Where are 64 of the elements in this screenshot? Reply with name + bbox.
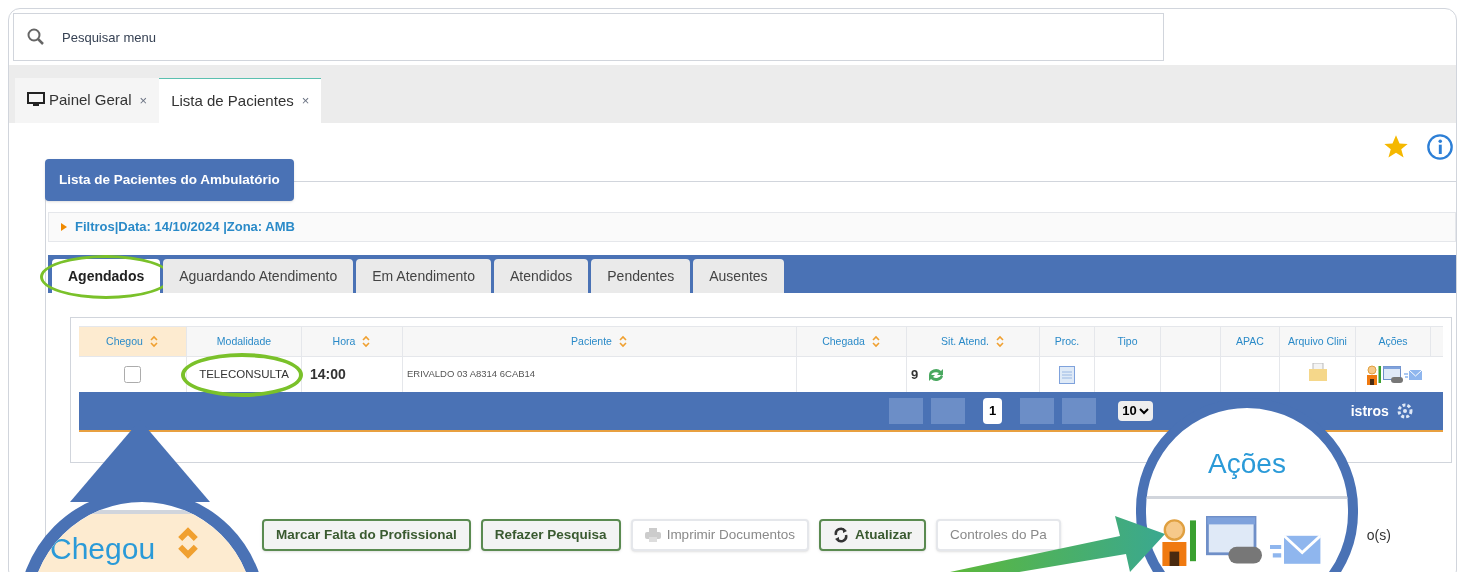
tab[interactable]: Painel Geral × — [15, 77, 160, 123]
arrival-checkbox[interactable] — [124, 366, 141, 383]
close-icon[interactable]: × — [301, 91, 310, 111]
panel-title: Lista de Pacientes do Ambulatório — [45, 158, 294, 201]
action-button[interactable]: Atualizar — [818, 519, 926, 551]
column-label: Proc. — [1054, 333, 1080, 349]
table-cell: ERIVALDO 03 A8314 6CAB14 — [407, 367, 536, 382]
column-label: Paciente — [571, 333, 612, 349]
action-button[interactable]: Refazer Pesquisa — [480, 519, 621, 551]
window-link-icon[interactable] — [1382, 365, 1403, 384]
person-pencil-icon[interactable] — [1160, 518, 1199, 567]
list-tab[interactable]: Ausentes — [693, 259, 784, 293]
list-tab[interactable]: Atendidos — [494, 259, 589, 293]
list-tab[interactable]: Aguardando Atendimento — [163, 259, 354, 293]
next-page-button[interactable] — [1020, 398, 1055, 424]
records-text: istros — [1350, 401, 1389, 421]
sort-icon — [361, 335, 372, 348]
column-label: Modalidade — [216, 333, 272, 349]
table-cell-text: 14:00 — [310, 365, 346, 384]
refresh-icon — [832, 527, 849, 543]
last-page-button[interactable] — [1062, 398, 1097, 424]
column-label: Sit. Atend. — [941, 333, 989, 349]
envelope-icon[interactable] — [1270, 532, 1321, 567]
sort-icon — [148, 335, 159, 348]
monitor-icon — [27, 92, 45, 109]
envelope-icon[interactable] — [1403, 368, 1422, 381]
list-tab[interactable]: Em Atendimento — [356, 259, 491, 293]
page-number[interactable]: 1 — [983, 398, 1003, 424]
caret-icon[interactable] — [61, 223, 67, 231]
trailing-text: o(s) — [1366, 525, 1391, 545]
tab-label: Lista de Pacientes — [171, 90, 294, 111]
tab[interactable]: Lista de Pacientes × — [159, 77, 322, 123]
zoomed-column-label: Chegou — [50, 531, 156, 567]
table-cell-text: TELECONSULTA — [199, 366, 289, 382]
sort-icon — [870, 335, 881, 348]
list-tab[interactable]: Agendados — [52, 259, 161, 293]
column-label: Chegou — [106, 333, 143, 349]
window-link-icon[interactable] — [1206, 516, 1263, 567]
gear-icon[interactable] — [1396, 403, 1413, 419]
tab-label: Painel Geral — [49, 90, 132, 110]
printer-icon — [644, 528, 661, 542]
search-icon — [27, 28, 45, 46]
search-field[interactable]: Pesquisar menu — [13, 13, 1164, 61]
column-label: Tipo — [1117, 333, 1138, 349]
sort-icon — [617, 335, 628, 348]
close-icon[interactable]: × — [139, 90, 148, 110]
column-header[interactable]: Chegou — [79, 327, 187, 356]
person-pencil-icon[interactable] — [1365, 364, 1382, 385]
column-label: Arquivo Clini — [1288, 333, 1347, 349]
folder-icon[interactable] — [1307, 363, 1328, 381]
column-label: Ações — [1378, 333, 1408, 349]
page-size-select[interactable]: 10 — [1118, 401, 1153, 421]
action-button[interactable]: Marcar Falta do Profissional — [262, 519, 471, 551]
table-cell-text: 9 — [911, 365, 919, 384]
info-icon[interactable] — [1426, 132, 1454, 161]
filter-summary[interactable]: Filtros|Data: 14/10/2024 |Zona: AMB — [75, 217, 295, 237]
chevron-icon — [1138, 407, 1149, 415]
column-label: Hora — [332, 333, 356, 349]
column-label: APAC — [1236, 333, 1264, 349]
calendar-icon[interactable] — [1059, 365, 1075, 384]
list-tab[interactable]: Pendentes — [591, 259, 691, 293]
column-label: Chegada — [822, 333, 865, 349]
sort-icon — [994, 335, 1005, 348]
zoomed-column-label: Ações — [1208, 447, 1286, 481]
